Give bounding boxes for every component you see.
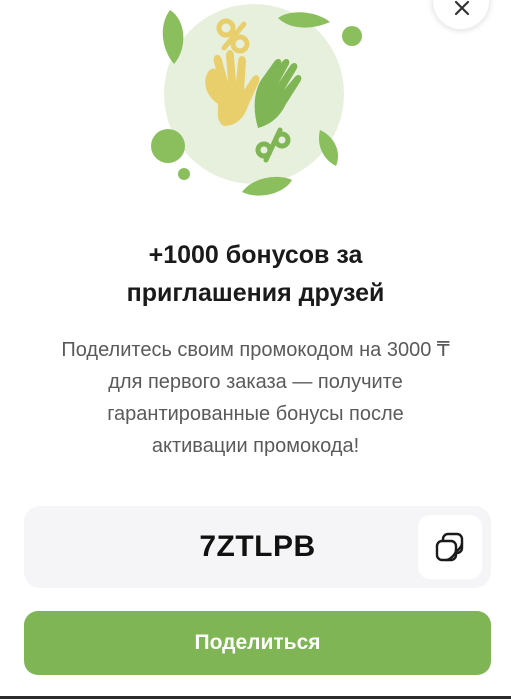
description-line-1: Поделитесь своим промокодом на 3000 ₸ [61, 339, 450, 361]
title-line-1: +1000 бонусов за [148, 241, 363, 269]
close-icon [454, 0, 470, 16]
share-button[interactable]: Поделиться [24, 611, 491, 675]
copy-button[interactable] [418, 515, 482, 579]
description-line-2: для первого заказа — получите [108, 371, 403, 393]
copy-icon [435, 532, 464, 562]
description-text: Поделитесь своим промокодом на 3000 ₸ дл… [20, 334, 491, 462]
close-button[interactable] [432, 0, 490, 30]
description-line-3: гарантированные бонусы после [107, 403, 404, 425]
clapping-hands-illustration [151, 4, 362, 196]
title-line-2: приглашения друзей [126, 279, 385, 307]
promo-code-box: 7ZTLPB [24, 506, 491, 588]
promo-sheet: +1000 бонусов за приглашения друзей Поде… [0, 0, 511, 699]
description-line-4: активации промокода! [151, 435, 360, 457]
hero-illustration [140, 0, 380, 210]
page-title: +1000 бонусов за приглашения друзей [40, 236, 471, 312]
